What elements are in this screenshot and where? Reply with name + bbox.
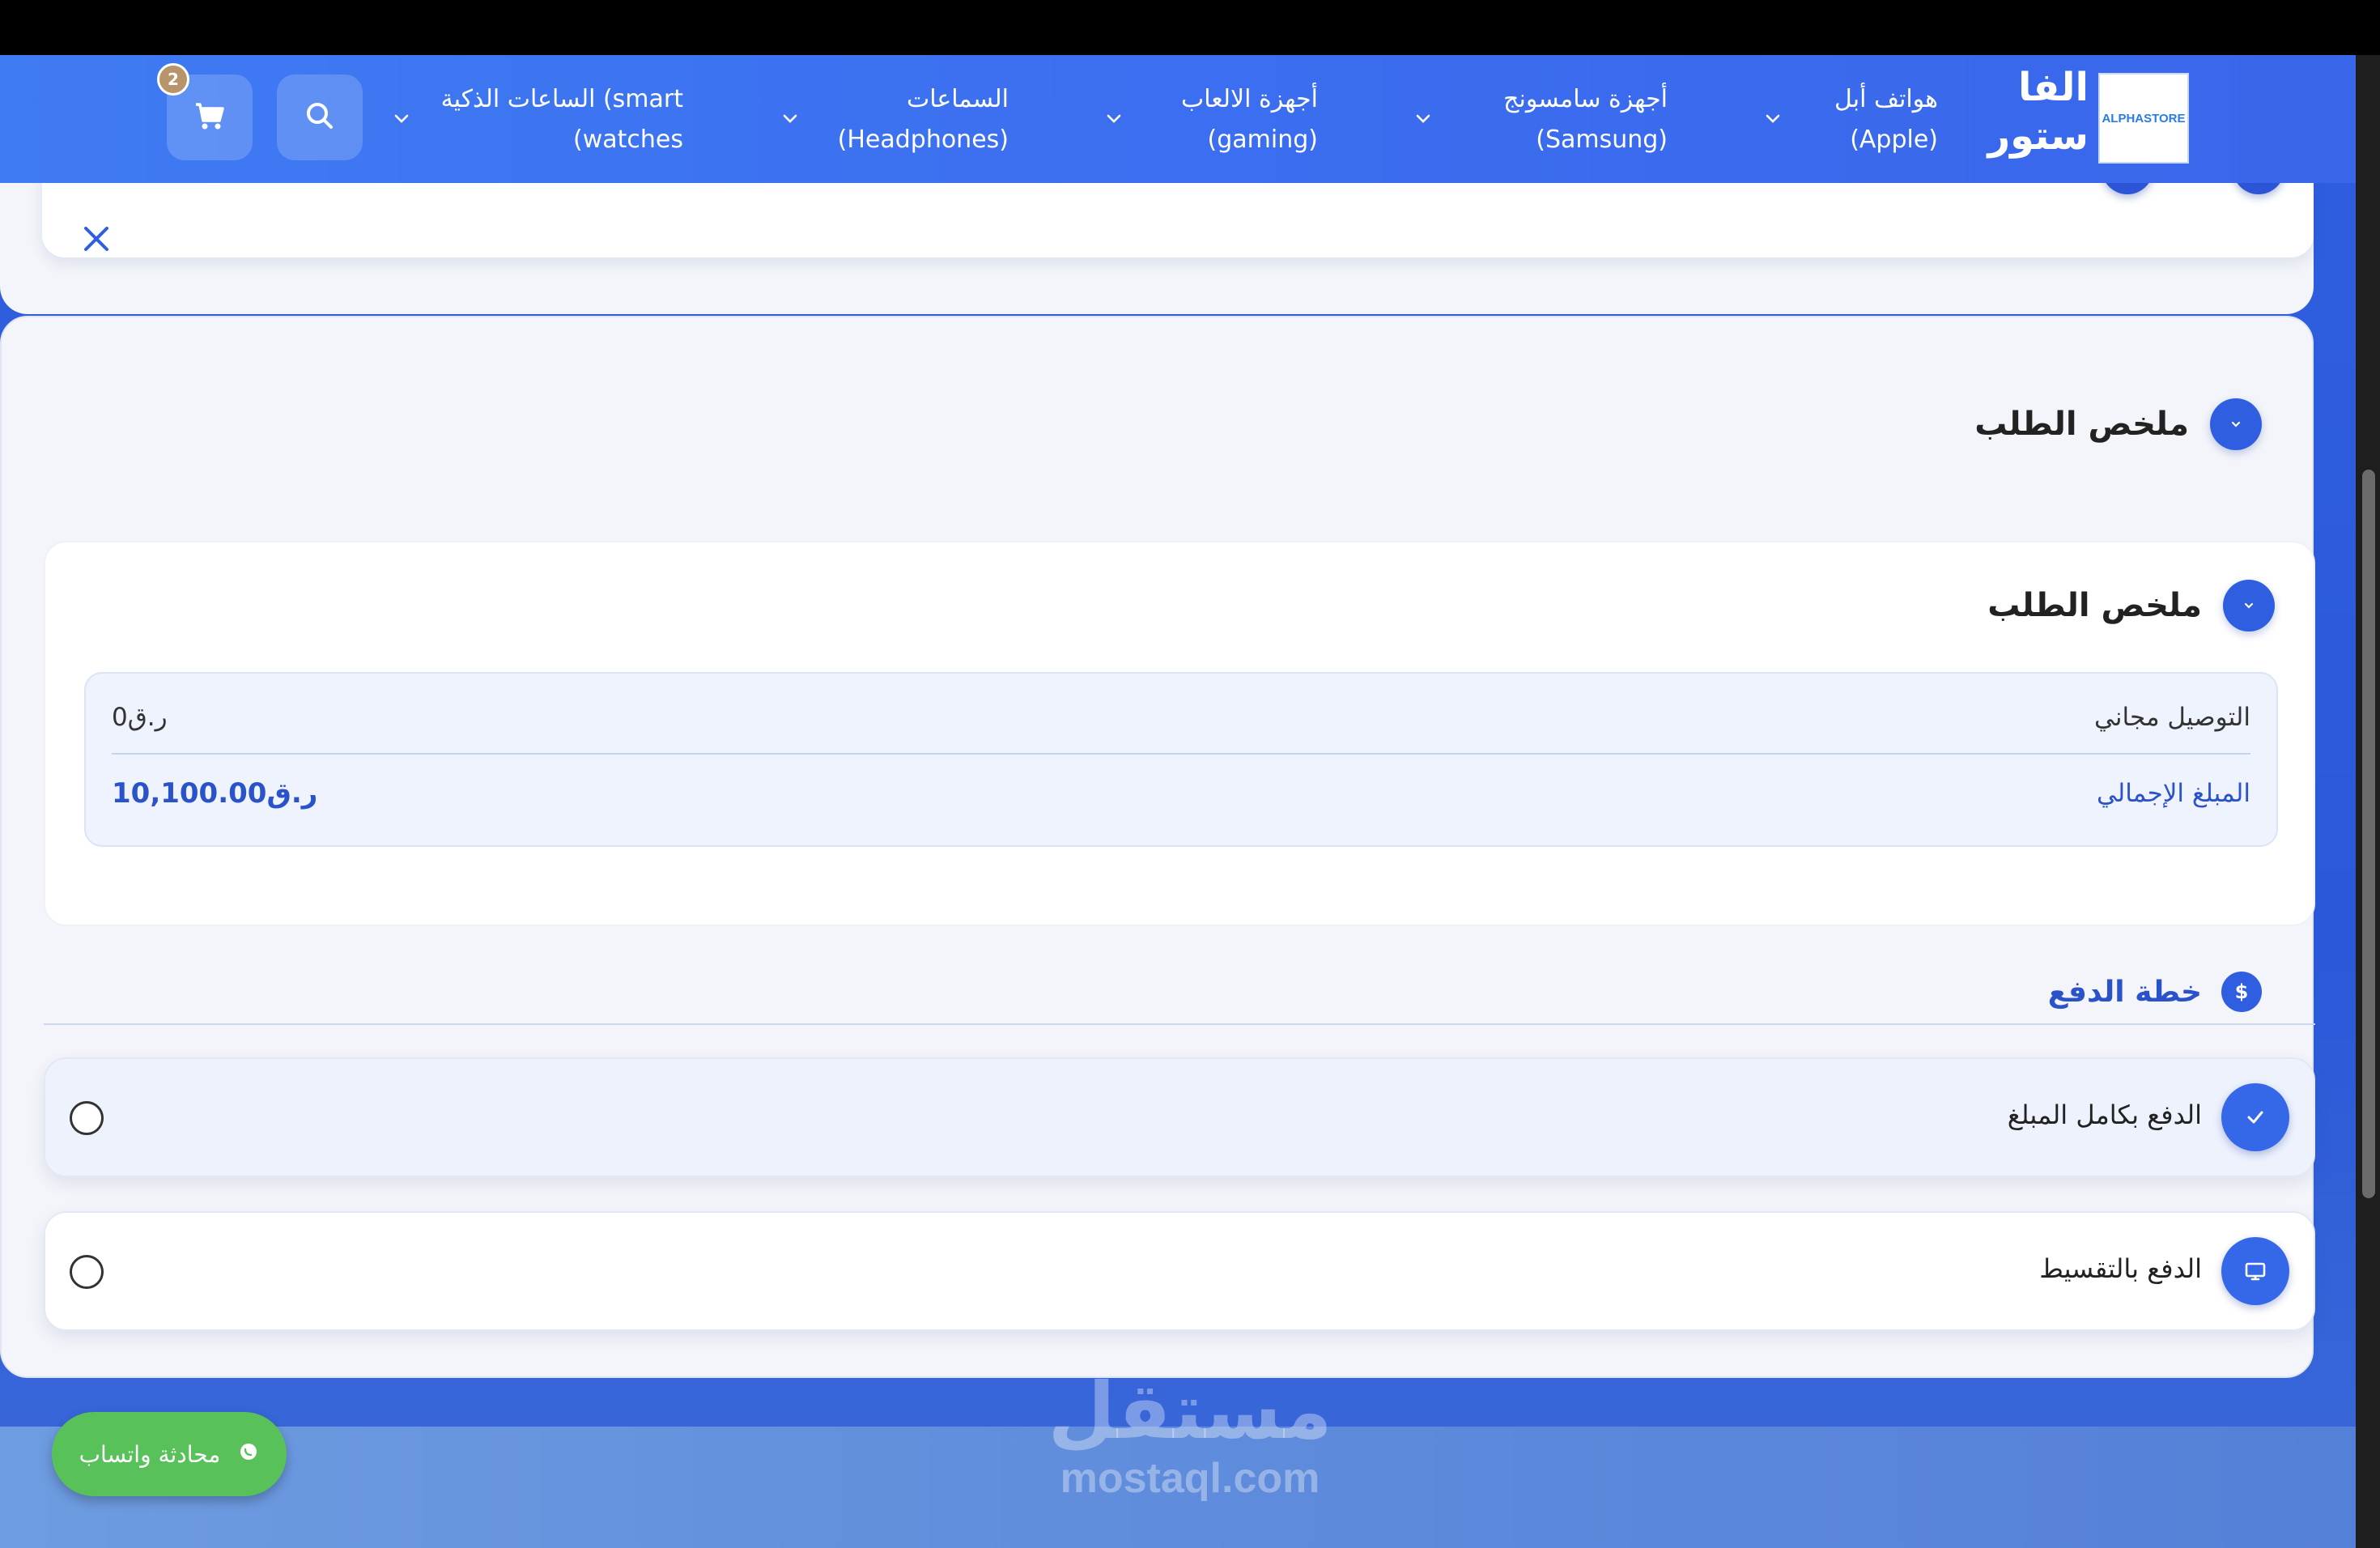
watermark: مستقل mostaql.com: [1044, 1367, 1336, 1501]
logo-text: ALPHASTORE: [2102, 111, 2186, 125]
nav-item-gaming[interactable]: أجهزة الالعاب (gaming): [1181, 79, 1318, 160]
search-button[interactable]: [277, 74, 363, 160]
cart-count-badge: 2: [157, 63, 189, 96]
nav-label: (watches: [573, 125, 683, 154]
checkout-card: ملخص الطلب ملخص الطلب التوصيل مجاني 0ر.ق…: [0, 316, 2315, 1378]
chevron-down-icon[interactable]: [2223, 580, 2275, 632]
whatsapp-icon: [238, 1441, 259, 1468]
payment-option-label: الدفع بكامل المبلغ: [2007, 1099, 2202, 1130]
search-icon: [302, 98, 338, 137]
order-summary-card: ملخص الطلب التوصيل مجاني 0ر.ق المبلغ الإ…: [44, 541, 2315, 926]
payment-plan-title: خطة الدفع: [2047, 975, 2202, 1009]
brand-name[interactable]: الفا ستور: [1983, 63, 2089, 160]
order-summary-title: ملخص الطلب: [1987, 587, 2202, 624]
payment-option-label: الدفع بالتقسيط: [2039, 1253, 2202, 1284]
order-summary-section-header: ملخص الطلب: [1974, 398, 2262, 450]
nav-label: أجهزة سامسونج: [1503, 85, 1668, 113]
nav-label: (Apple): [1850, 125, 1938, 154]
chevron-down-icon[interactable]: [1098, 102, 1130, 134]
chevron-down-icon[interactable]: [385, 102, 418, 134]
watermark-arabic: مستقل: [1048, 1366, 1332, 1457]
total-label: المبلغ الإجمالي: [2096, 779, 2250, 808]
whatsapp-chat-button[interactable]: محادثة واتساب: [52, 1412, 287, 1496]
divider: [112, 753, 2250, 755]
watermark-url: mostaql.com: [1060, 1455, 1320, 1502]
remove-item-icon[interactable]: [83, 225, 110, 256]
nav-label: الساعات الذكية (smart: [440, 85, 683, 113]
nav-label: هواتف أبل: [1834, 85, 1938, 113]
brand-line-1: الفا: [2017, 65, 2089, 110]
brand-line-2: ستور: [1987, 113, 2089, 159]
nav-label: (Headphones): [837, 125, 1009, 154]
cart-icon: [191, 97, 228, 138]
divider: [44, 1023, 2315, 1025]
chevron-down-icon[interactable]: [2210, 398, 2262, 450]
radio-button[interactable]: [70, 1255, 104, 1289]
site-header: ALPHASTORE الفا ستور هواتف أبل (Apple) أ…: [0, 55, 2356, 183]
nav-label: أجهزة الالعاب: [1181, 85, 1318, 113]
dollar-icon: $: [2221, 972, 2262, 1012]
store-logo[interactable]: ALPHASTORE: [2098, 73, 2189, 164]
shipping-label: التوصيل مجاني: [2094, 703, 2250, 732]
chevron-down-icon[interactable]: [774, 102, 806, 134]
section-title: ملخص الطلب: [1974, 406, 2189, 443]
total-value: 10,100.00ر.ق: [112, 777, 318, 810]
payment-plan-header: خطة الدفع $: [2048, 972, 2262, 1012]
nav-label: (gaming): [1207, 125, 1318, 154]
shipping-value: 0ر.ق: [112, 703, 168, 732]
whatsapp-label: محادثة واتساب: [79, 1440, 221, 1468]
chevron-down-icon[interactable]: [1407, 102, 1439, 134]
monitor-icon: [2221, 1237, 2289, 1305]
nav-item-headphones[interactable]: السماعات (Headphones): [838, 79, 1009, 160]
nav-item-apple[interactable]: هواتف أبل (Apple): [1834, 79, 1938, 160]
nav-item-smartwatches[interactable]: الساعات الذكية (smart (watches: [441, 79, 683, 160]
chevron-down-icon[interactable]: [1757, 102, 1789, 134]
check-icon: [2221, 1083, 2289, 1151]
order-summary-header: ملخص الطلب: [1987, 580, 2275, 632]
nav-label: السماعات: [906, 85, 1009, 113]
page-viewport: + 1 - ملخص الطلب ملخص الطلب التوصيل مجان…: [0, 55, 2356, 1548]
window-top-bar: [0, 0, 2380, 55]
nav-label: (Samsung): [1536, 125, 1668, 154]
totals-box: التوصيل مجاني 0ر.ق المبلغ الإجمالي 10,10…: [84, 672, 2278, 847]
nav-item-samsung[interactable]: أجهزة سامسونج (Samsung): [1503, 79, 1668, 160]
cart-button[interactable]: 2: [157, 63, 253, 160]
payment-option-full[interactable]: الدفع بكامل المبلغ: [44, 1057, 2315, 1177]
scrollbar-thumb[interactable]: [2362, 470, 2375, 1198]
radio-button[interactable]: [70, 1101, 104, 1135]
payment-option-installments[interactable]: الدفع بالتقسيط: [44, 1211, 2315, 1331]
